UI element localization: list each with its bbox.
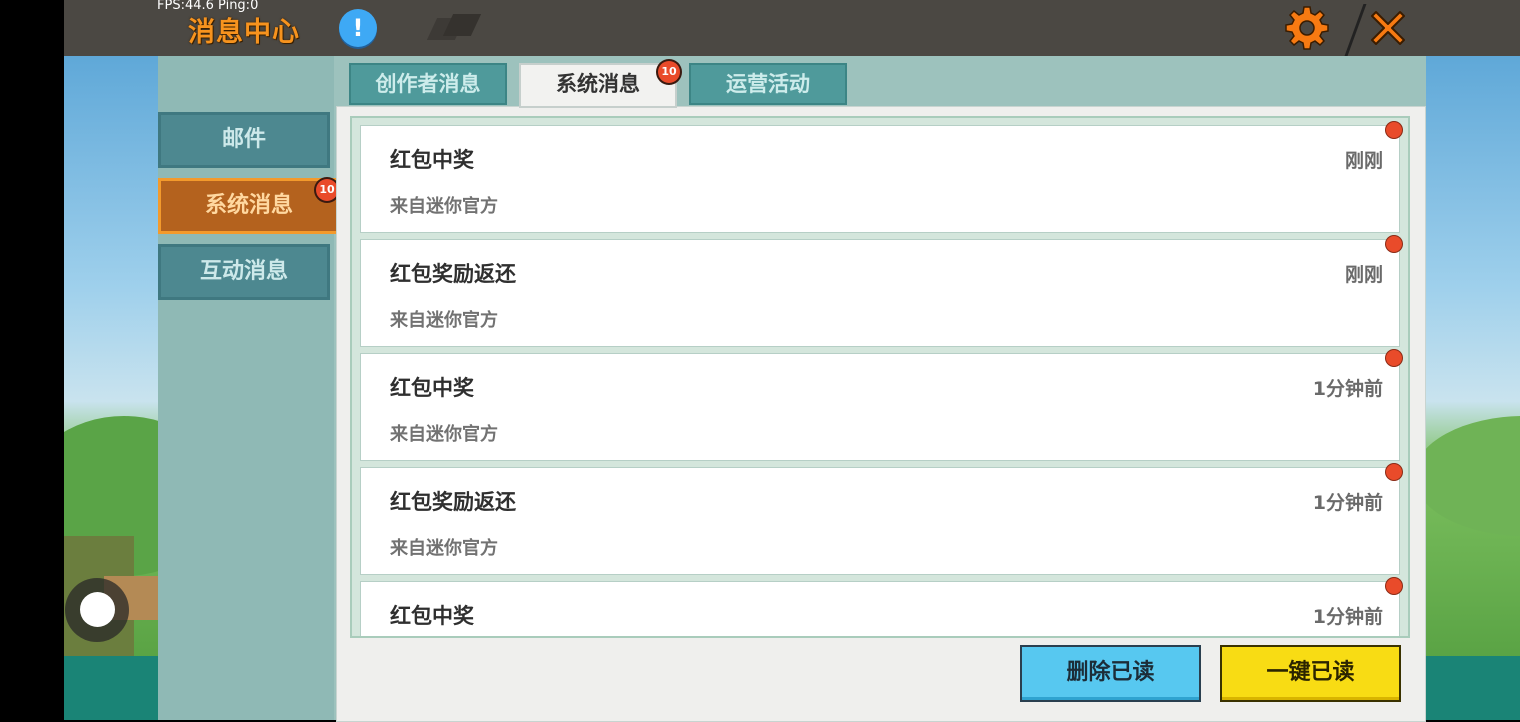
tab-system[interactable]: 系统消息 [519,63,677,108]
sidebar-item-label: 系统消息 [204,193,293,218]
message-card[interactable]: 红包奖励返还 刚刚 来自迷你官方 [360,239,1400,347]
tab-operations[interactable]: 运营活动 [689,63,847,105]
message-sender: 来自迷你官方 [390,538,498,559]
message-title: 红包奖励返还 [390,262,516,286]
message-card[interactable]: 红包中奖 1分钟前 来自迷你官方 [360,353,1400,461]
message-card[interactable]: 红包奖励返还 1分钟前 来自迷你官方 [360,467,1400,575]
close-icon[interactable] [1366,6,1410,50]
unread-badge: 10 [658,61,680,83]
sidebar-item-label: 邮件 [221,127,266,152]
message-sender: 来自迷你官方 [390,424,498,445]
message-card[interactable]: 红包中奖 1分钟前 [360,581,1400,636]
tab-creator[interactable]: 创作者消息 [349,63,507,105]
unread-dot [1386,350,1402,366]
tab-label: 创作者消息 [375,72,481,96]
message-time: 刚刚 [1344,264,1383,286]
page-title: 消息中心 [188,17,300,48]
mark-all-read-button[interactable]: 一键已读 [1220,645,1401,702]
message-list[interactable]: 红包中奖 刚刚 来自迷你官方 红包奖励返还 刚刚 来自迷你官方 红包中奖 1分钟… [350,116,1410,638]
message-title: 红包中奖 [390,376,474,400]
delete-read-button[interactable]: 删除已读 [1020,645,1201,702]
message-title: 红包中奖 [390,604,474,628]
joystick-knob[interactable] [80,592,115,627]
message-time: 刚刚 [1344,150,1383,172]
sidebar-item-system[interactable]: 系统消息 [158,178,340,234]
gear-icon[interactable] [1284,5,1330,51]
hill [1414,416,1520,536]
unread-dot [1386,236,1402,252]
unread-dot [1386,464,1402,480]
message-title: 红包奖励返还 [390,490,516,514]
unread-dot [1386,122,1402,138]
tab-label: 系统消息 [556,72,640,96]
message-time: 1分钟前 [1312,378,1383,400]
tab-label: 运营活动 [726,72,810,96]
message-time: 1分钟前 [1312,606,1383,628]
sidebar-item-mail[interactable]: 邮件 [158,112,330,168]
message-card[interactable]: 红包中奖 刚刚 来自迷你官方 [360,125,1400,233]
message-sender: 来自迷你官方 [390,196,498,217]
message-title: 红包中奖 [390,148,474,172]
message-sender: 来自迷你官方 [390,310,498,331]
sidebar-item-label: 互动消息 [199,259,288,284]
sidebar-item-interaction[interactable]: 互动消息 [158,244,330,300]
unread-badge: 10 [316,179,338,201]
message-time: 1分钟前 [1312,492,1383,514]
unread-dot [1386,578,1402,594]
info-icon[interactable]: ! [339,9,377,47]
